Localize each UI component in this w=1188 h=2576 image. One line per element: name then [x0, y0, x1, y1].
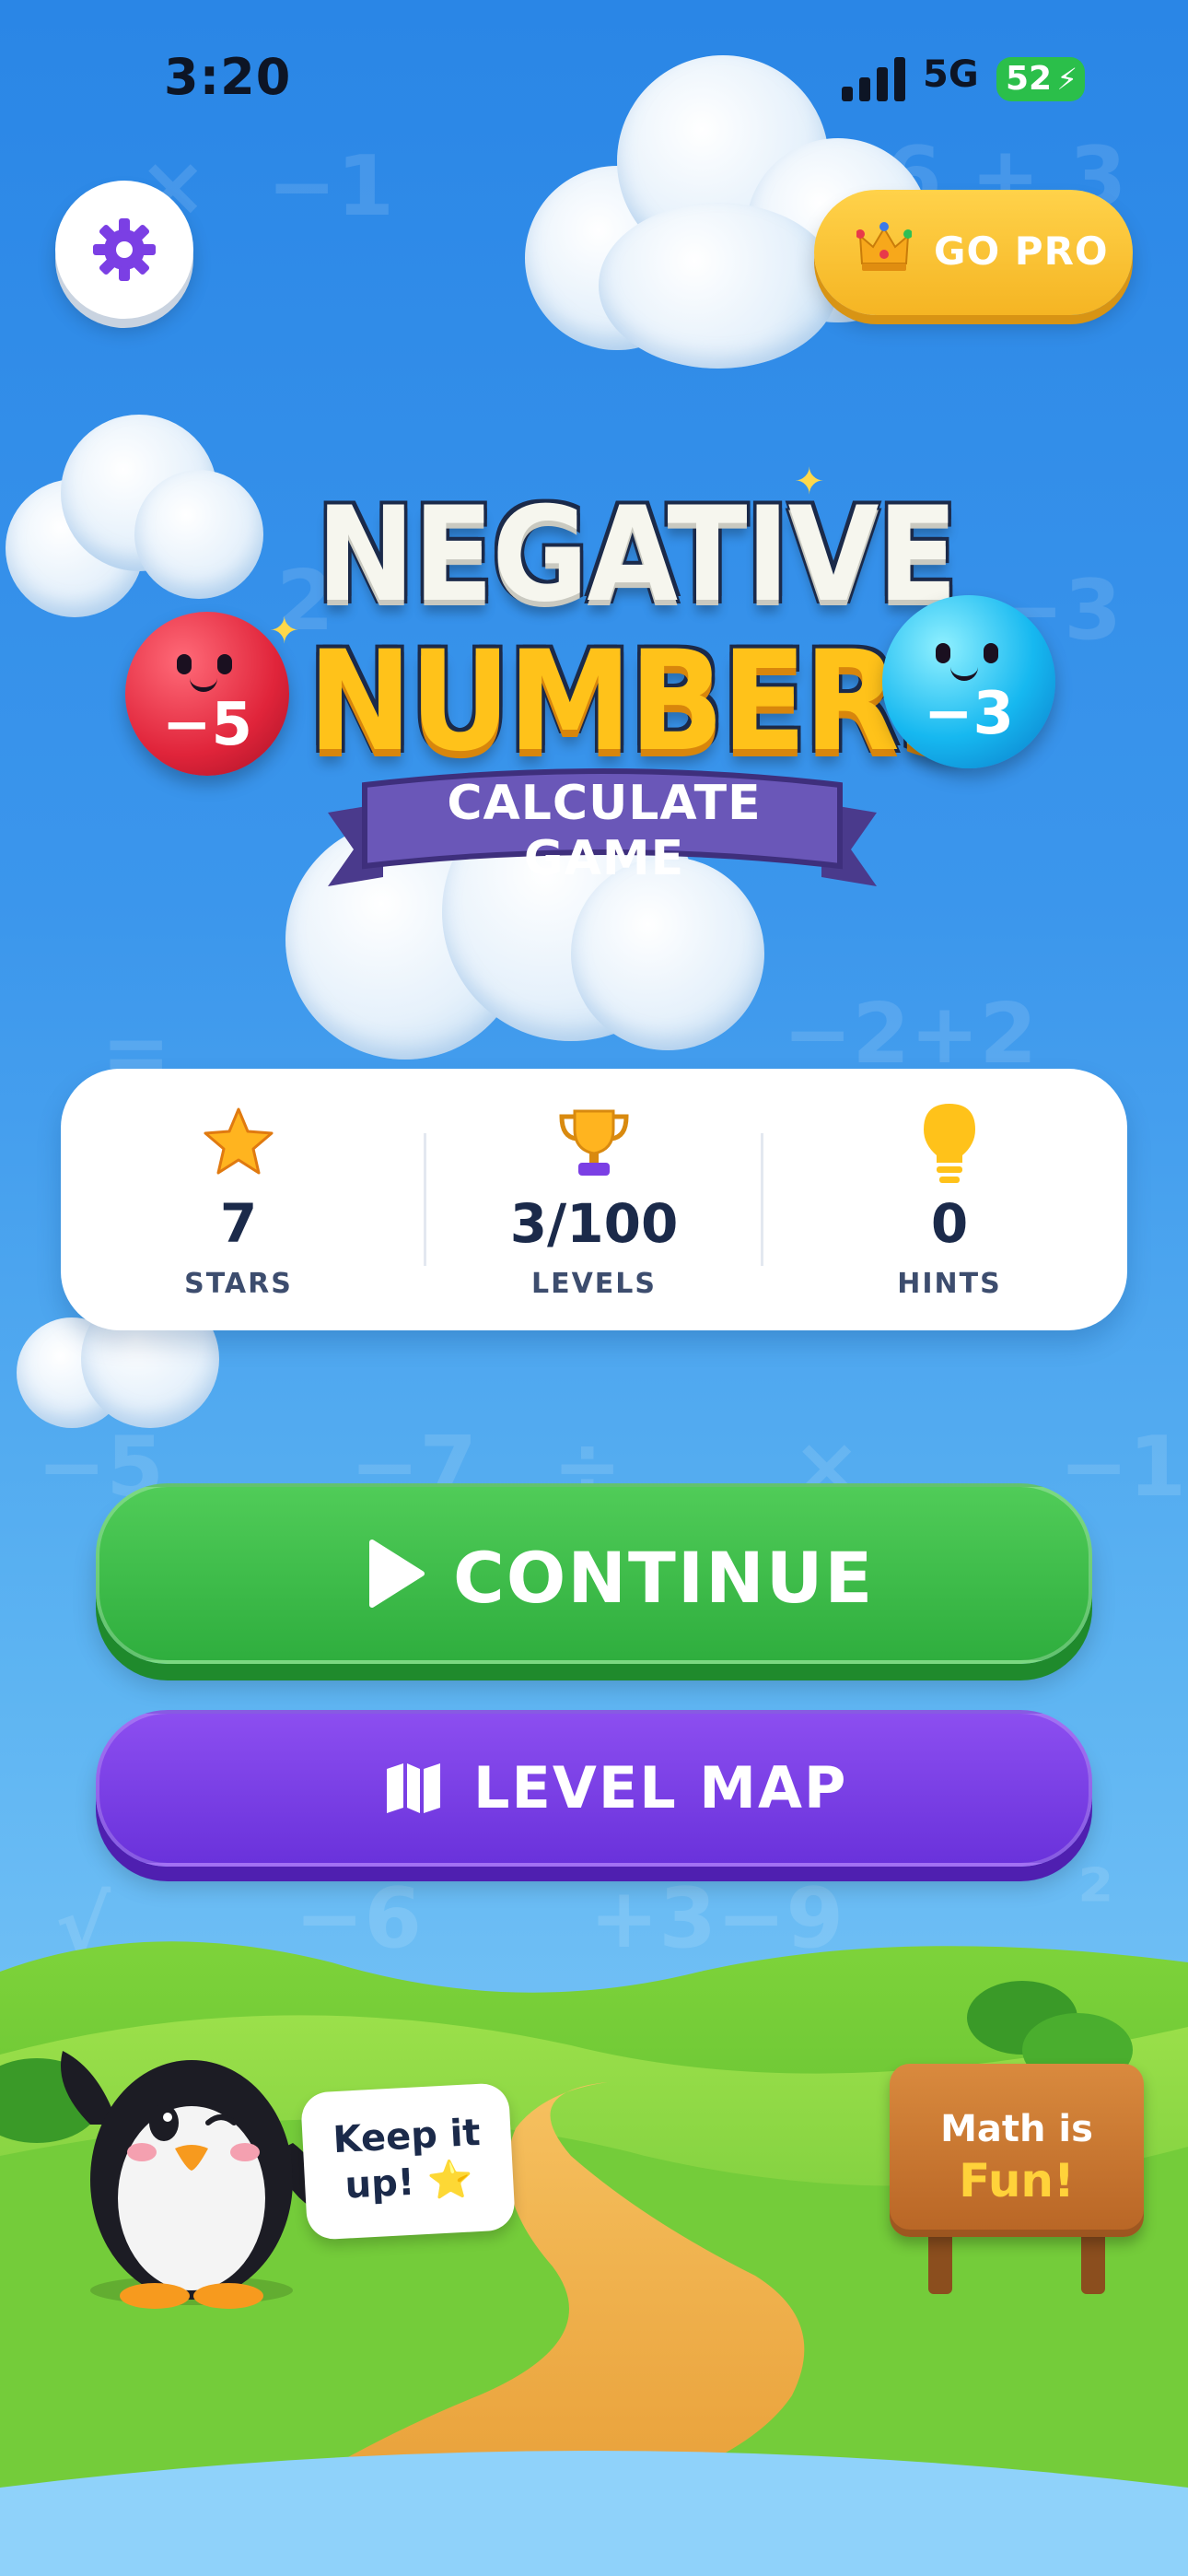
charging-bolt-icon: ⚡ — [1056, 62, 1077, 97]
cloud — [6, 415, 263, 626]
settings-button[interactable] — [55, 181, 193, 319]
battery-indicator: 52 ⚡ — [996, 57, 1085, 101]
stat-hints: 0 HINTS — [772, 1069, 1127, 1330]
level-map-button[interactable]: LEVEL MAP — [96, 1710, 1092, 1867]
stat-label: STARS — [184, 1268, 293, 1300]
stats-panel: 7 STARS 3/100 LEVELS 0 HINTS — [61, 1069, 1127, 1330]
star-icon — [204, 1107, 274, 1175]
status-time: 3:20 — [164, 48, 292, 106]
sign-line2: Fun! — [959, 2154, 1075, 2207]
stat-stars: 7 STARS — [61, 1069, 416, 1330]
stat-value: 7 — [219, 1192, 258, 1255]
ball-number: −3 — [923, 680, 1015, 748]
divider — [761, 1133, 763, 1266]
bg-math-symbol: −1 — [1059, 1419, 1187, 1516]
crown-icon — [856, 222, 912, 271]
gear-icon — [93, 218, 156, 281]
speech-bubble: Keep it up! ⭐ — [299, 2082, 517, 2241]
battery-level: 52 — [1006, 60, 1053, 98]
stat-label: LEVELS — [530, 1268, 658, 1300]
speech-line: up! ⭐ — [344, 2158, 474, 2207]
bg-math-symbol: −1 — [267, 138, 395, 235]
lightbulb-icon — [924, 1104, 975, 1183]
trophy-icon — [559, 1109, 629, 1176]
go-pro-button[interactable]: GO PRO — [814, 190, 1133, 315]
go-pro-label: GO PRO — [934, 228, 1109, 274]
negative-three-ball: −3 — [882, 595, 1055, 768]
level-map-label: LEVEL MAP — [473, 1754, 848, 1821]
negative-five-ball: −5 — [125, 612, 289, 776]
title-negative: NEGATIVE — [316, 479, 958, 631]
continue-label: CONTINUE — [453, 1537, 875, 1619]
title-numbers: NUMBERS — [308, 622, 987, 782]
network-type: 5G — [923, 53, 979, 96]
stat-levels: 3/100 LEVELS — [416, 1069, 772, 1330]
sign-line1: Math is — [940, 2108, 1093, 2150]
signal-bars-icon — [842, 57, 905, 101]
play-icon — [369, 1540, 425, 1608]
stat-value: 3/100 — [509, 1192, 679, 1255]
ball-number: −5 — [161, 691, 253, 759]
penguin-mascot — [61, 2051, 318, 2309]
speech-line: Keep it — [332, 2111, 482, 2162]
continue-button[interactable]: CONTINUE — [96, 1483, 1092, 1664]
game-home-screen: × −1 6 + 3 2 −3 = −2+2 −5 −7 ÷ × −1 √ −6… — [0, 0, 1188, 2576]
map-icon — [387, 1763, 440, 1813]
stat-label: HINTS — [897, 1268, 1002, 1300]
subtitle-calculate-game: CALCULATE GAME — [447, 776, 762, 886]
stat-value: 0 — [930, 1192, 969, 1255]
math-is-fun-sign: Math is Fun! — [890, 2064, 1144, 2237]
